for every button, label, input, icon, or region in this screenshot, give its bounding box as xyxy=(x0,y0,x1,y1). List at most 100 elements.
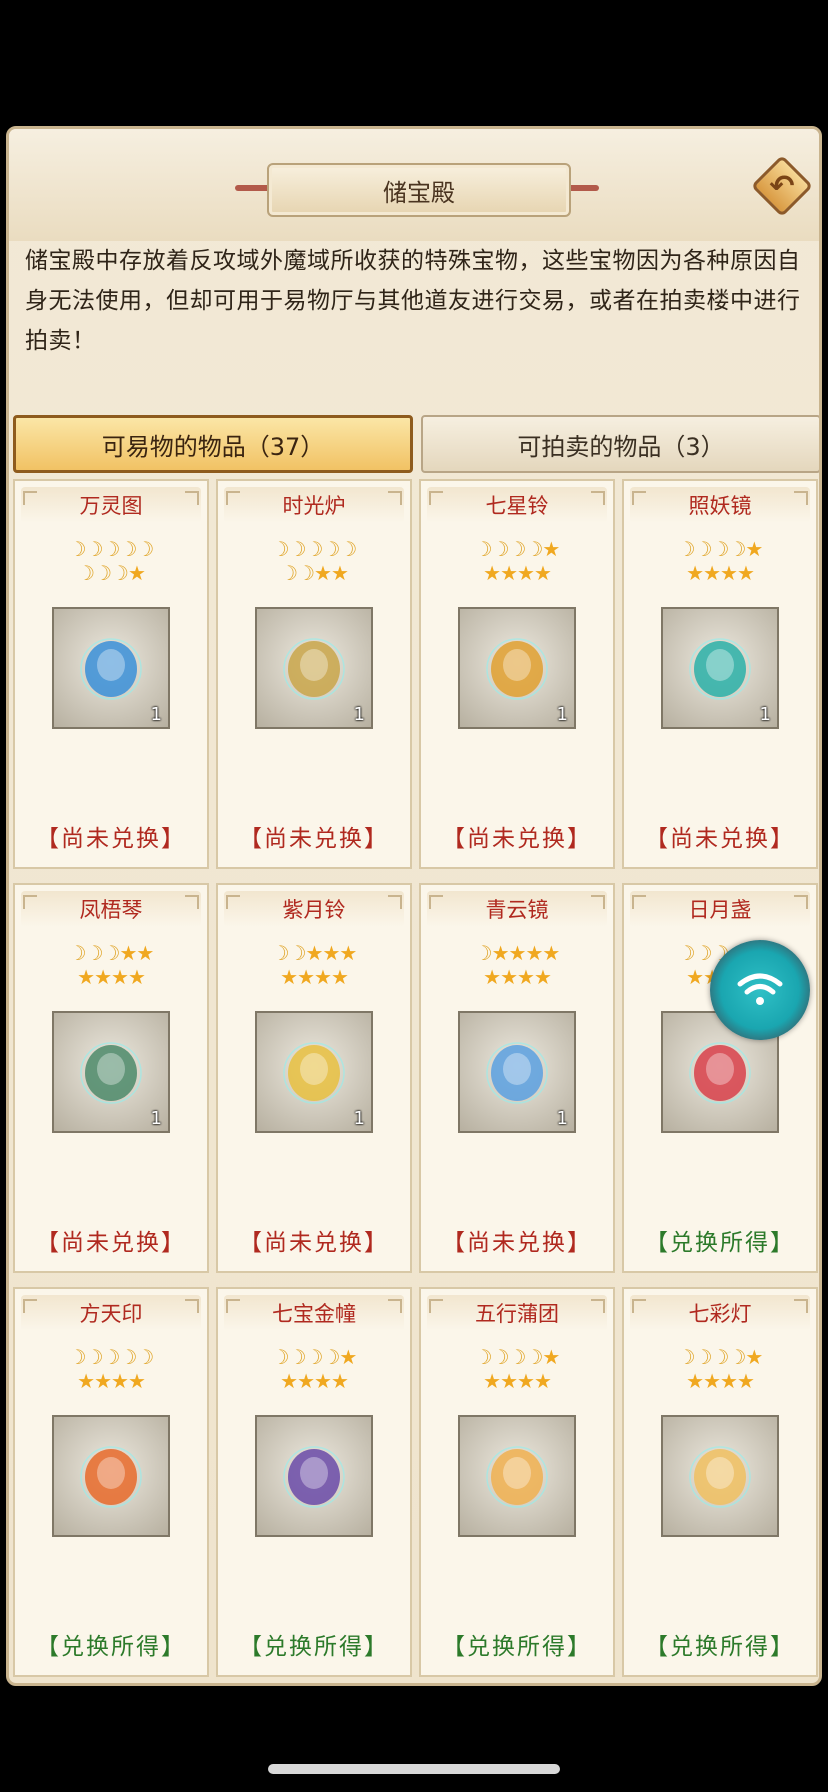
moon-icon: ☽ xyxy=(677,1345,696,1369)
moon-icon: ☽ xyxy=(694,1345,713,1369)
moon-icon: ☽ xyxy=(322,1345,340,1369)
moon-icon: ☽ xyxy=(474,537,493,561)
item-icon-frame[interactable] xyxy=(255,1415,373,1537)
star-icon: ★ xyxy=(517,965,535,989)
tab-tradable-items[interactable]: 可易物的物品（37） xyxy=(13,415,413,473)
item-rating: ☽☽☽☽★ ★★★★ xyxy=(624,1345,816,1393)
item-icon-frame[interactable]: 1 xyxy=(458,1011,576,1133)
item-card[interactable]: 时光炉 ☽☽☽☽☽ ☽☽★★ 1 【尚未兑换】 xyxy=(216,479,412,869)
star-icon: ★ xyxy=(314,965,332,989)
item-icon-frame[interactable] xyxy=(661,1415,779,1537)
star-icon: ★ xyxy=(297,1369,315,1393)
item-card[interactable]: 七彩灯 ☽☽☽☽★ ★★★★ 【兑换所得】 xyxy=(622,1287,818,1677)
moon-icon: ☽ xyxy=(94,561,112,585)
item-name: 七宝金幢 xyxy=(224,1295,404,1331)
star-icon: ★ xyxy=(500,561,518,585)
item-icon-frame[interactable]: 1 xyxy=(255,1011,373,1133)
moon-icon: ☽ xyxy=(305,537,324,561)
star-icon: ★ xyxy=(720,561,738,585)
moon-icon: ☽ xyxy=(677,537,696,561)
star-icon: ★ xyxy=(119,941,137,965)
item-rating: ☽☽☽★★★★★★ xyxy=(15,941,207,989)
item-card[interactable]: 七星铃 ☽☽☽☽★ ★★★★ 1 【尚未兑换】 xyxy=(419,479,615,869)
page-title: 储宝殿 xyxy=(267,163,571,217)
moon-icon: ☽ xyxy=(474,941,493,965)
moon-icon: ☽ xyxy=(271,941,290,965)
star-icon: ★ xyxy=(314,1369,332,1393)
item-card[interactable]: 日月盏☽☽☽★★★★★★【兑换所得】 xyxy=(622,883,818,1273)
tab-auctionable-items[interactable]: 可拍卖的物品（3） xyxy=(421,415,819,473)
tab-bar: 可易物的物品（37） 可拍卖的物品（3） xyxy=(13,415,819,475)
back-button[interactable]: ↶ xyxy=(750,154,814,218)
star-icon: ★ xyxy=(297,965,315,989)
exchange-status[interactable]: 【兑换所得】 xyxy=(421,1627,613,1661)
star-icon: ★ xyxy=(686,965,704,989)
item-card[interactable]: 凤梧琴 ☽☽☽★★ ★★★★ 1 【尚未兑换】 xyxy=(13,883,209,1273)
item-card[interactable]: 照妖镜 ☽☽☽☽★ ★★★★ 1 【尚未兑换】 xyxy=(622,479,818,869)
item-grid: 万灵图 ☽☽☽☽☽ ☽☽☽★ 1 【尚未兑换】 时光炉 ☽☽☽☽☽ ☽☽★★ 1 【尚未兑换】 七星… xyxy=(13,479,819,1683)
item-name: 青云镜 xyxy=(427,891,607,927)
moon-icon: ☽ xyxy=(728,1345,746,1369)
moon-icon: ☽ xyxy=(271,537,290,561)
floating-wifi-button[interactable] xyxy=(710,940,810,1040)
star-icon: ★ xyxy=(280,965,298,989)
item-rating: ☽☽☽☽★ ★★★★ xyxy=(421,1345,613,1393)
treasure-icon xyxy=(486,638,548,700)
moon-icon: ☽ xyxy=(102,941,121,965)
moon-icon: ☽ xyxy=(322,537,340,561)
item-icon-frame[interactable]: 1 xyxy=(52,1011,170,1133)
exchange-status[interactable]: 【兑换所得】 xyxy=(624,1223,816,1257)
item-card[interactable]: 五行蒲团 ☽☽☽☽★ ★★★★ 【兑换所得】 xyxy=(419,1287,615,1677)
star-icon: ★ xyxy=(94,1369,112,1393)
item-name: 时光炉 xyxy=(224,487,404,523)
star-icon: ★ xyxy=(542,941,560,965)
moon-icon: ☽ xyxy=(136,537,154,561)
item-rating: ☽★★★★ ★★★★ xyxy=(421,941,613,989)
star-icon: ★ xyxy=(533,965,552,989)
treasure-hall-panel: 储宝殿 ↶ 储宝殿中存放着反攻域外魔域所收获的特殊宝物，这些宝物因为各种原因自身… xyxy=(6,126,822,1686)
star-icon: ★ xyxy=(533,561,552,585)
item-card[interactable]: 方天印 ☽☽☽☽☽ ★★★★ 【兑换所得】 xyxy=(13,1287,209,1677)
item-icon-frame[interactable]: 1 xyxy=(661,607,779,729)
moon-icon: ☽ xyxy=(68,537,87,561)
item-icon-frame[interactable] xyxy=(458,1415,576,1537)
item-card[interactable]: 紫月铃 ☽☽★★★ ★★★★ 1 【尚未兑换】 xyxy=(216,883,412,1273)
item-rating: ☽☽☽☽☽ ★★★★ xyxy=(15,1345,207,1393)
star-icon: ★ xyxy=(686,1369,704,1393)
star-icon: ★ xyxy=(330,1369,349,1393)
star-icon: ★ xyxy=(517,561,535,585)
treasure-icon xyxy=(689,638,751,700)
star-icon: ★ xyxy=(491,941,510,965)
star-icon: ★ xyxy=(330,561,349,585)
exchange-status[interactable]: 【兑换所得】 xyxy=(218,1627,410,1661)
moon-icon: ☽ xyxy=(68,941,87,965)
exchange-status[interactable]: 【兑换所得】 xyxy=(624,1627,816,1661)
star-icon: ★ xyxy=(77,965,95,989)
moon-icon: ☽ xyxy=(694,537,713,561)
item-icon-frame[interactable]: 1 xyxy=(52,607,170,729)
treasure-icon xyxy=(283,1042,345,1104)
item-rating: ☽☽☽☽★ ★★★★ xyxy=(421,537,613,585)
moon-icon: ☽ xyxy=(288,1345,307,1369)
star-icon: ★ xyxy=(111,965,129,989)
moon-icon: ☽ xyxy=(491,537,510,561)
moon-icon: ☽ xyxy=(102,537,121,561)
moon-icon: ☽ xyxy=(119,537,137,561)
back-arrow-icon: ↶ xyxy=(769,168,795,204)
item-icon-frame[interactable] xyxy=(52,1415,170,1537)
item-card[interactable]: 青云镜 ☽★★★★ ★★★★ 1 【尚未兑换】 xyxy=(419,883,615,1273)
star-icon: ★ xyxy=(500,965,518,989)
star-icon: ★ xyxy=(525,941,543,965)
star-icon: ★ xyxy=(280,1369,298,1393)
treasure-icon xyxy=(283,1446,345,1508)
exchange-status[interactable]: 【兑换所得】 xyxy=(15,1627,207,1661)
item-card[interactable]: 万灵图 ☽☽☽☽☽ ☽☽☽★ 1 【尚未兑换】 xyxy=(13,479,209,869)
item-name: 凤梧琴 xyxy=(21,891,201,927)
item-rating: ☽☽☽☽☽ ☽☽☽★ xyxy=(15,537,207,585)
item-icon-frame[interactable]: 1 xyxy=(458,607,576,729)
home-indicator[interactable] xyxy=(268,1764,560,1774)
item-icon-frame[interactable]: 1 xyxy=(255,607,373,729)
item-card[interactable]: 七宝金幢 ☽☽☽☽★ ★★★★ 【兑换所得】 xyxy=(216,1287,412,1677)
exchange-status: 【尚未兑换】 xyxy=(36,1230,186,1256)
star-icon: ★ xyxy=(745,537,763,561)
